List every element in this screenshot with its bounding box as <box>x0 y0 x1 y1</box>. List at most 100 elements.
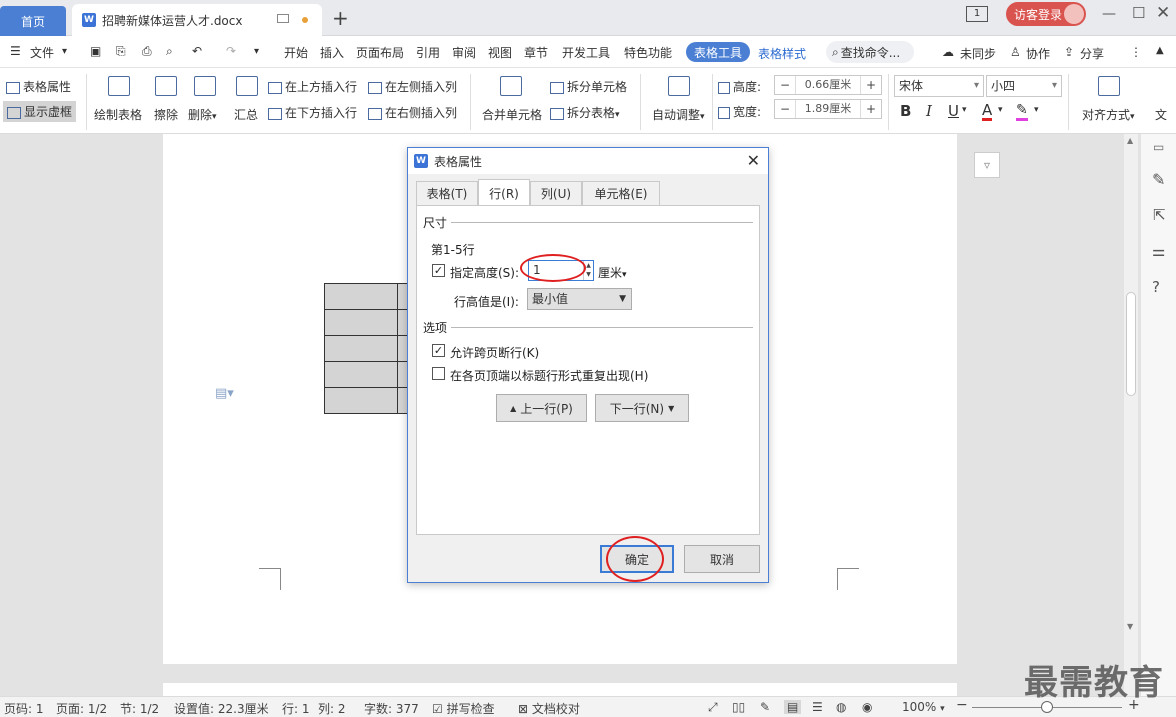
align-button[interactable]: 对齐方式▾ <box>1082 106 1135 123</box>
summary-button[interactable]: 汇总 <box>234 106 258 123</box>
menu-chapter[interactable]: 章节 <box>524 44 548 61</box>
decrement-icon[interactable]: − <box>775 78 795 92</box>
tab-cell[interactable]: 单元格(E) <box>582 181 660 205</box>
tab-document[interactable]: W 招聘新媒体运营人才.docx <box>72 4 322 36</box>
settings-sliders-icon[interactable]: ⚌ <box>1152 242 1165 260</box>
customize-chevron-icon[interactable]: ▾ <box>254 46 259 57</box>
menu-reference[interactable]: 引用 <box>416 44 440 61</box>
chevron-down-icon[interactable]: ▾ <box>962 105 967 115</box>
erase-button[interactable]: 擦除 <box>154 106 178 123</box>
font-color-button[interactable]: A <box>982 102 993 121</box>
table-cell[interactable] <box>324 283 398 310</box>
scroll-up-icon[interactable]: ▲ <box>1127 136 1133 145</box>
write-mode-icon[interactable]: ✎ <box>760 700 770 714</box>
menu-start[interactable]: 开始 <box>284 44 308 61</box>
menu-dev-tools[interactable]: 开发工具 <box>562 44 610 61</box>
menu-table-style[interactable]: 表格样式 <box>758 45 806 62</box>
chevron-down-icon[interactable]: ▾ <box>998 105 1003 115</box>
page-view-icon[interactable]: ▤ <box>784 700 802 714</box>
width-stepper[interactable]: − 1.89厘米 + <box>774 99 882 119</box>
table-cell[interactable] <box>324 335 398 362</box>
draw-table-button[interactable]: 绘制表格 <box>94 106 142 123</box>
web-view-icon[interactable]: ◍ <box>836 700 846 714</box>
redo-icon[interactable]: ↷ <box>226 44 236 58</box>
italic-button[interactable]: I <box>926 102 932 120</box>
status-word-count[interactable]: 字数: 377 <box>364 700 419 717</box>
table-cell[interactable] <box>324 309 398 336</box>
allow-break-checkbox[interactable]: ✓ <box>432 344 445 357</box>
menu-insert[interactable]: 插入 <box>320 44 344 61</box>
status-column[interactable]: 列: 2 <box>318 700 346 717</box>
split-cell-button[interactable]: 拆分单元格 <box>550 78 627 95</box>
zoom-level[interactable]: 100% ▾ <box>902 700 945 714</box>
highlight-icon[interactable]: ✎ <box>1016 102 1028 121</box>
font-family-select[interactable]: 宋体 <box>894 75 984 97</box>
print-icon[interactable]: ⎙ <box>142 44 152 59</box>
collapse-ribbon-icon[interactable]: ▲ <box>1156 45 1164 56</box>
show-grid-button[interactable]: 显示虚框 <box>3 101 77 122</box>
hamburger-icon[interactable]: ☰ <box>10 44 21 58</box>
chevron-down-icon[interactable]: ▾ <box>1034 105 1039 115</box>
repeat-header-checkbox[interactable] <box>432 367 445 380</box>
collapse-panel-icon[interactable]: ▭ <box>1153 140 1164 154</box>
menu-special[interactable]: 特色功能 <box>624 44 672 61</box>
menu-table-tools[interactable]: 表格工具 <box>686 42 750 62</box>
more-icon[interactable]: ⋮ <box>1130 45 1142 59</box>
maximize-icon[interactable]: ☐ <box>1132 4 1145 22</box>
bold-button[interactable]: B <box>900 102 911 120</box>
unit-select[interactable]: 厘米▾ <box>598 264 627 281</box>
height-value[interactable]: 0.66厘米 <box>795 76 861 94</box>
status-section[interactable]: 节: 1/2 <box>120 700 159 717</box>
save-icon[interactable]: ▣ <box>90 44 101 58</box>
eye-protect-icon[interactable]: ◉ <box>862 700 872 714</box>
doc-proof-button[interactable]: ⊠ 文档校对 <box>518 700 580 717</box>
paste-options-icon[interactable]: ▤▾ <box>215 386 234 401</box>
status-page[interactable]: 页面: 1/2 <box>56 700 107 717</box>
sync-status[interactable]: 未同步 <box>960 45 996 62</box>
row-height-mode-select[interactable]: 最小值 ▼ <box>527 288 632 310</box>
spell-check-button[interactable]: ☑ 拼写检查 <box>432 700 495 717</box>
tab-row[interactable]: 行(R) <box>478 179 530 206</box>
tab-table[interactable]: 表格(T) <box>416 181 478 205</box>
doc-nav-icon[interactable]: ▿ <box>974 152 1000 178</box>
increment-icon[interactable]: + <box>861 102 881 116</box>
autofit-button[interactable]: 自动调整▾ <box>652 106 705 123</box>
cancel-button[interactable]: 取消 <box>684 545 760 573</box>
increment-icon[interactable]: + <box>861 78 881 92</box>
menu-file[interactable]: 文件 <box>30 44 54 61</box>
select-cursor-icon[interactable]: ⇱ <box>1153 206 1166 224</box>
fullscreen-icon[interactable]: ⤢ <box>708 700 718 715</box>
export-pdf-icon[interactable]: ⎘ <box>116 44 126 59</box>
help-icon[interactable]: ? <box>1152 278 1160 296</box>
next-row-button[interactable]: 下一行(N) ▼ <box>595 394 689 422</box>
insert-col-right-button[interactable]: 在右侧插入列 <box>368 104 457 121</box>
underline-button[interactable]: U <box>948 102 959 120</box>
menu-view[interactable]: 视图 <box>488 44 512 61</box>
scroll-down-icon[interactable]: ▼ <box>1127 622 1133 631</box>
chevron-down-icon[interactable]: ▾ <box>62 46 67 57</box>
scrollbar-thumb[interactable] <box>1126 292 1136 396</box>
close-icon[interactable]: ✕ <box>747 151 760 170</box>
font-size-select[interactable]: 小四 <box>986 75 1062 97</box>
close-window-icon[interactable]: ✕ <box>1156 3 1170 23</box>
specify-height-checkbox[interactable]: ✓ <box>432 264 445 277</box>
insert-row-below-button[interactable]: 在下方插入行 <box>268 104 357 121</box>
search-command-box[interactable]: ⌕ 查找命令... <box>826 41 914 63</box>
page-count-badge[interactable]: 1 <box>966 6 988 22</box>
new-tab-button[interactable]: + <box>332 6 349 30</box>
tab-column[interactable]: 列(U) <box>530 181 582 205</box>
minimize-icon[interactable]: — <box>1102 6 1116 22</box>
document-table[interactable] <box>324 283 410 414</box>
undo-icon[interactable]: ↶ <box>192 44 202 58</box>
status-row[interactable]: 行: 1 <box>282 700 310 717</box>
insert-row-above-button[interactable]: 在上方插入行 <box>268 78 357 95</box>
text-direction-button[interactable]: 文 <box>1155 106 1167 123</box>
read-mode-icon[interactable]: ▯▯ <box>732 700 745 714</box>
split-table-button[interactable]: 拆分表格▾ <box>550 104 620 121</box>
merge-cells-button[interactable]: 合并单元格 <box>482 106 542 123</box>
outline-view-icon[interactable]: ☰ <box>812 700 823 714</box>
zoom-out-icon[interactable]: − <box>956 697 968 713</box>
login-button[interactable]: 访客登录 <box>1006 2 1086 26</box>
vertical-scrollbar[interactable]: ▲ ▼ <box>1124 134 1138 696</box>
menu-review[interactable]: 审阅 <box>452 44 476 61</box>
